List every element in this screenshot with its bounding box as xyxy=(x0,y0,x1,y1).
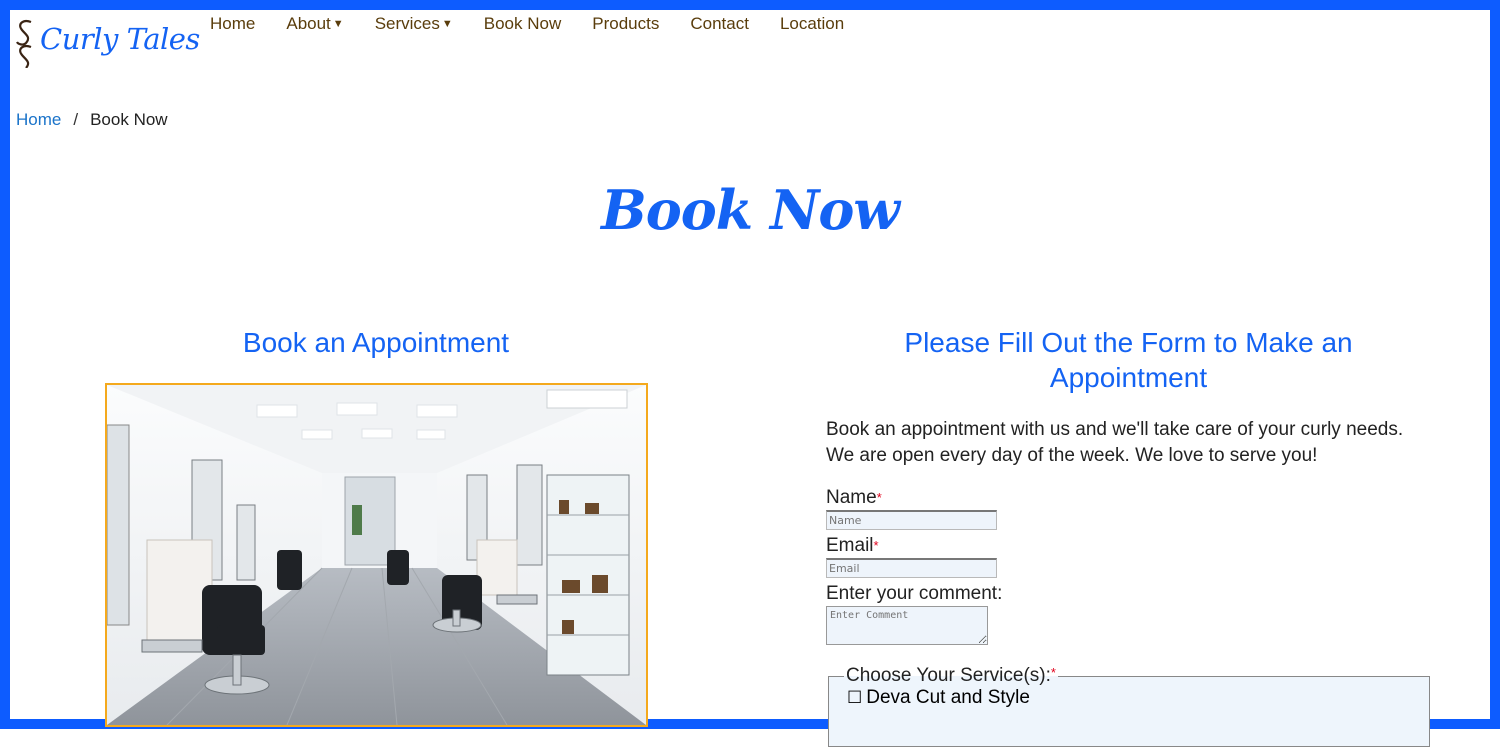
name-label: Name* xyxy=(826,486,1436,510)
email-label-text: Email xyxy=(826,535,874,556)
main-menu: Home About ▼ Services ▼ Book Now Products … xyxy=(210,14,844,34)
required-marker: * xyxy=(876,490,882,505)
brand-logo[interactable]: Curly Tales xyxy=(14,16,200,68)
nav-book-now[interactable]: Book Now xyxy=(484,14,561,34)
form-heading: Please Fill Out the Form to Make an Appo… xyxy=(904,327,1353,393)
nav-contact[interactable]: Contact xyxy=(690,14,749,34)
caret-down-icon: ▼ xyxy=(441,18,453,30)
book-appointment-heading: Book an Appointment xyxy=(242,327,510,358)
page-title: Book Now xyxy=(601,178,900,242)
services-legend-text: Choose Your Service(s): xyxy=(846,665,1051,686)
services-fieldset: Choose Your Service(s):* ☐ Deva Cut and S… xyxy=(828,665,1430,747)
service-option[interactable]: ☐ Deva Cut and Style xyxy=(847,687,1429,709)
comment-label: Enter your comment: xyxy=(826,583,1003,604)
brand-name: Curly Tales xyxy=(40,22,200,56)
email-input[interactable] xyxy=(826,558,997,578)
breadcrumb-home-link[interactable]: Home xyxy=(16,110,61,129)
breadcrumb-current: Book Now xyxy=(90,110,168,129)
required-marker: * xyxy=(873,538,879,553)
nav-products[interactable]: Products xyxy=(592,14,659,34)
appointment-form: Name* Email* Enter your comment: xyxy=(826,486,1436,645)
comment-textarea[interactable] xyxy=(826,606,988,645)
nav-home[interactable]: Home xyxy=(210,14,255,34)
caret-down-icon: ▼ xyxy=(332,18,344,30)
checkbox-icon[interactable]: ☐ xyxy=(847,688,862,707)
required-marker: * xyxy=(1050,665,1056,680)
nav-services[interactable]: Services ▼ xyxy=(375,14,453,34)
email-label: Email* xyxy=(826,534,1436,558)
service-option-label: Deva Cut and Style xyxy=(866,687,1030,708)
nav-location[interactable]: Location xyxy=(780,14,844,34)
nav-about[interactable]: About ▼ xyxy=(286,14,343,34)
nav-about-label: About xyxy=(286,14,331,33)
salon-interior-image xyxy=(105,383,648,727)
name-label-text: Name xyxy=(826,487,877,508)
curl-logo-icon xyxy=(16,20,32,68)
breadcrumb-separator: / xyxy=(73,110,79,129)
services-legend: Choose Your Service(s):* xyxy=(844,665,1058,687)
top-navigation: Curly Tales Home About ▼ Services ▼ Book N… xyxy=(10,10,1490,70)
nav-services-label: Services xyxy=(374,14,440,33)
name-input[interactable] xyxy=(826,510,997,530)
breadcrumb: Home / Book Now xyxy=(16,110,168,130)
intro-paragraph: Book an appointment with us and we'll ta… xyxy=(826,419,1404,466)
